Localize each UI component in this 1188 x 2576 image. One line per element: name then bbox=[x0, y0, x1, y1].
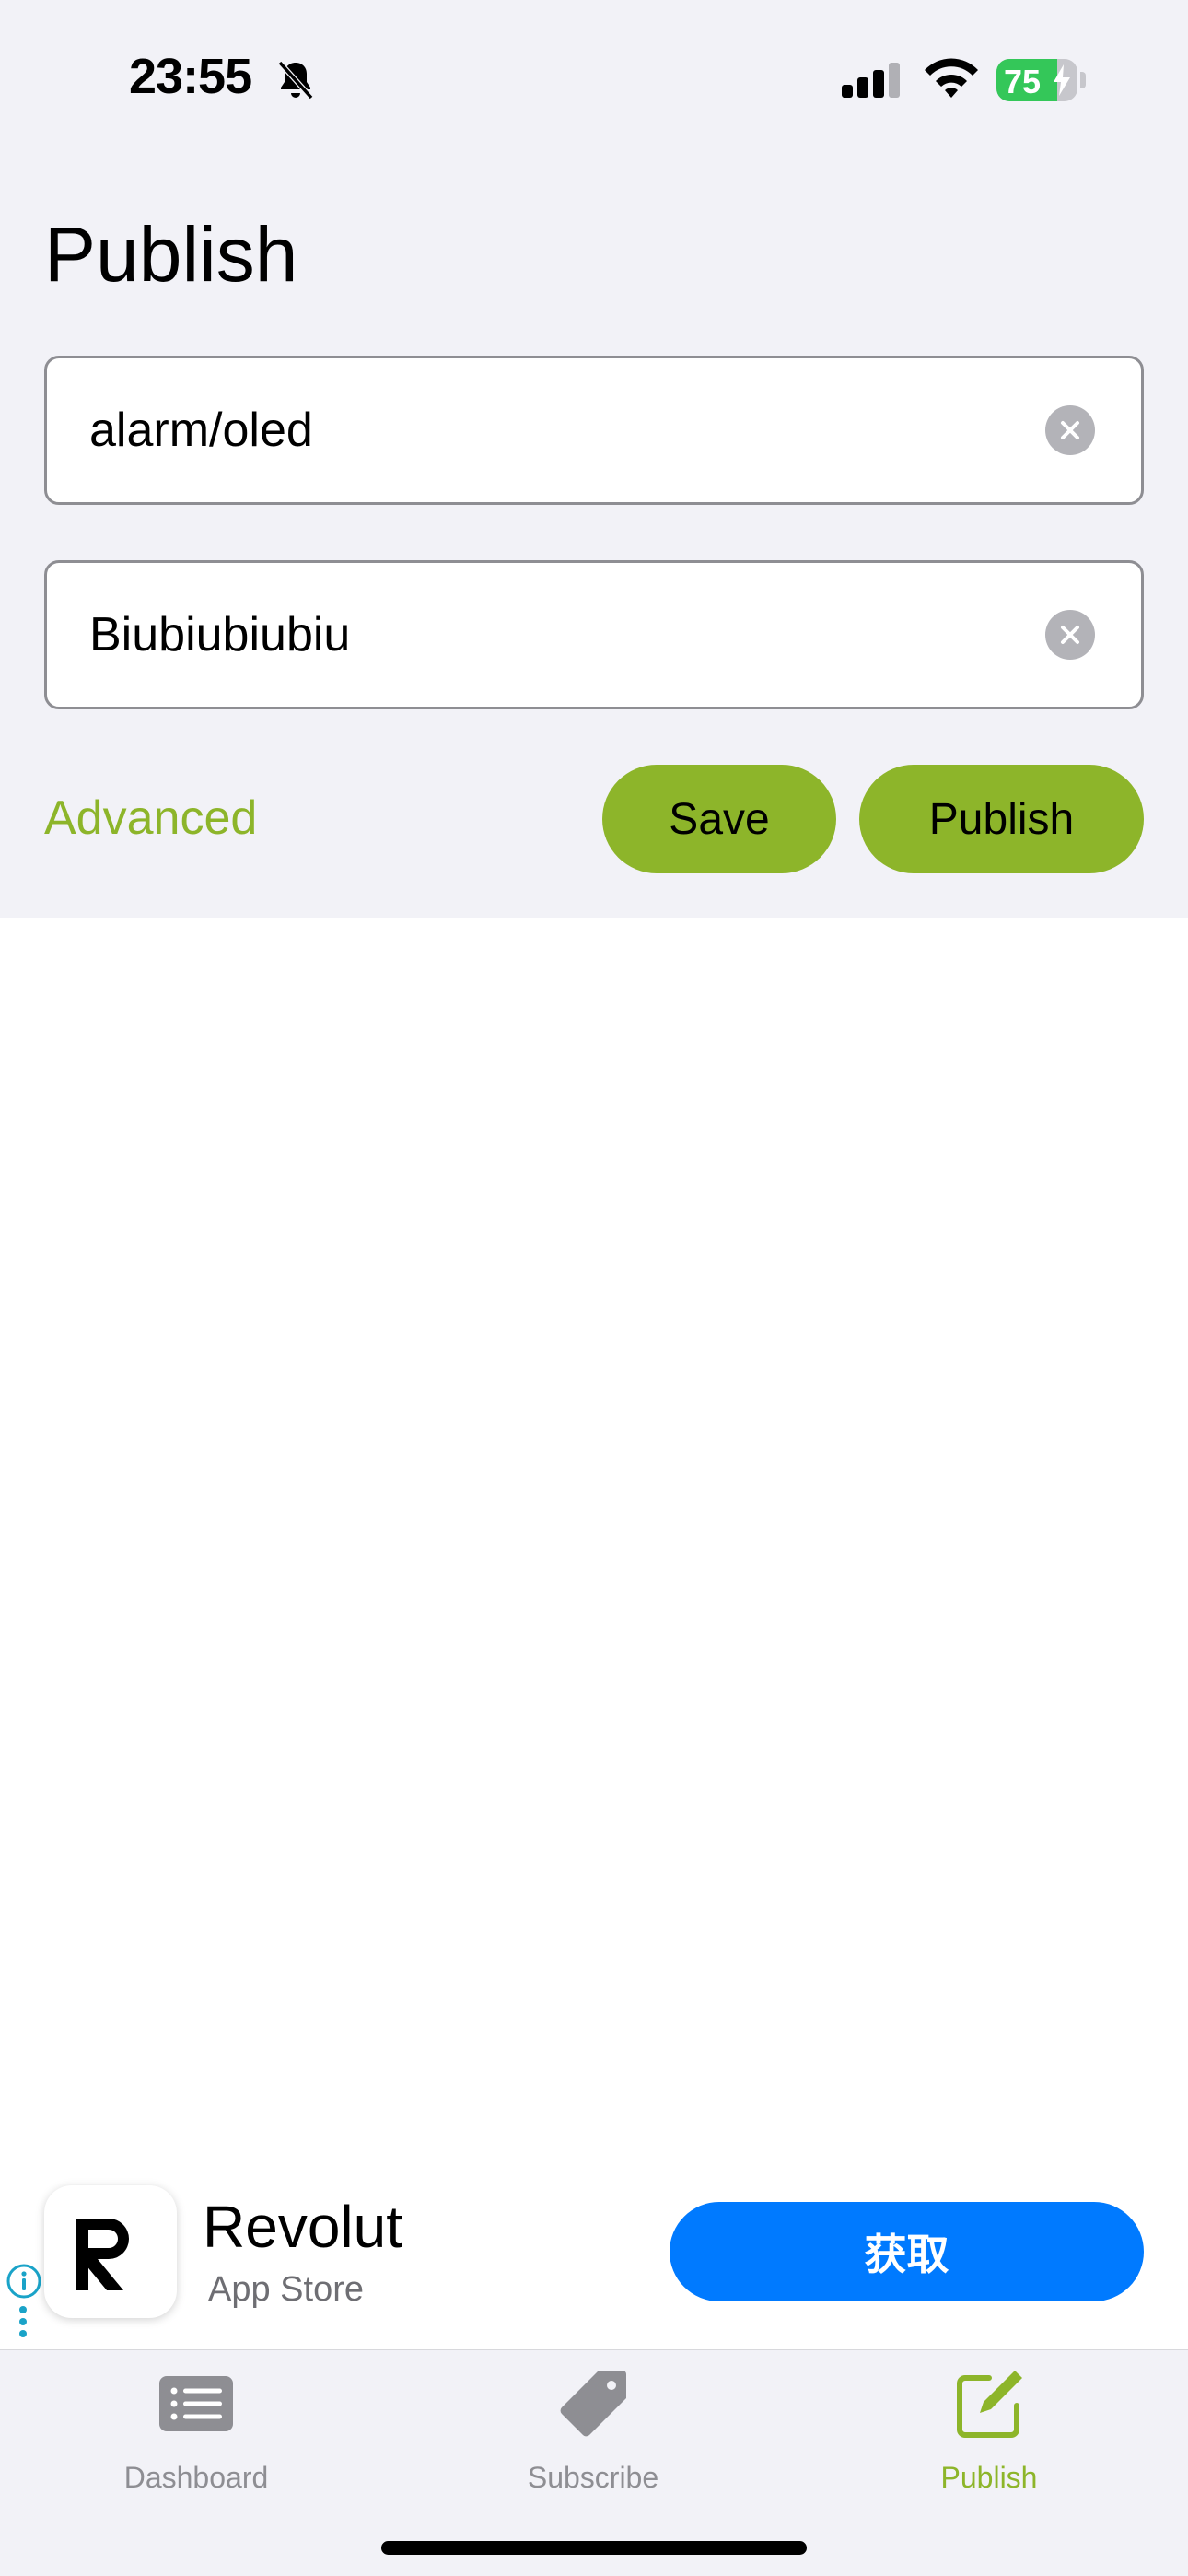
save-button[interactable]: Save bbox=[602, 765, 836, 873]
revolut-logo bbox=[76, 2219, 129, 2290]
tab-subscribe[interactable]: Subscribe bbox=[473, 2367, 713, 2505]
clear-topic-button[interactable] bbox=[1045, 405, 1095, 455]
tag-icon bbox=[560, 2371, 626, 2437]
page-title: Publish bbox=[44, 211, 298, 298]
ad-app-name[interactable]: Revolut bbox=[203, 2193, 402, 2261]
status-time: 23:55 bbox=[129, 49, 252, 104]
message-input[interactable] bbox=[89, 563, 1010, 707]
ad-app-icon[interactable] bbox=[44, 2185, 177, 2318]
ad-store-label: App Store bbox=[208, 2270, 364, 2309]
battery-percentage: 75 bbox=[1004, 63, 1042, 100]
tab-publish-label: Publish bbox=[940, 2461, 1038, 2494]
wifi-icon bbox=[925, 58, 978, 98]
tab-dashboard-label: Dashboard bbox=[123, 2461, 269, 2494]
topic-field[interactable] bbox=[44, 356, 1144, 505]
tab-subscribe-label: Subscribe bbox=[527, 2461, 659, 2494]
publish-button[interactable]: Publish bbox=[859, 765, 1144, 873]
topic-input[interactable] bbox=[89, 358, 1010, 502]
tab-publish[interactable]: Publish bbox=[869, 2367, 1109, 2505]
ad-get-button[interactable]: 获取 bbox=[670, 2202, 1144, 2301]
compose-icon bbox=[957, 2371, 1022, 2438]
cellular-signal-icon bbox=[842, 63, 900, 98]
advanced-link[interactable]: Advanced bbox=[44, 790, 257, 846]
message-field[interactable] bbox=[44, 560, 1144, 709]
home-indicator[interactable] bbox=[381, 2541, 807, 2555]
clear-icon bbox=[1061, 626, 1079, 644]
list-icon bbox=[159, 2376, 233, 2431]
battery-charging-icon: 75 bbox=[996, 59, 1086, 101]
clear-message-button[interactable] bbox=[1045, 610, 1095, 660]
header-area: 23:55 75 Publish alarm/oled Biubiubiubiu… bbox=[0, 0, 1188, 918]
clear-icon bbox=[1061, 421, 1079, 439]
bell-slash-icon bbox=[277, 60, 314, 100]
more-dots-icon[interactable] bbox=[18, 2305, 28, 2338]
info-icon[interactable] bbox=[6, 2263, 42, 2300]
tab-dashboard[interactable]: Dashboard bbox=[76, 2367, 316, 2505]
bolt-icon bbox=[1054, 64, 1070, 96]
battery-cap bbox=[1080, 72, 1086, 88]
